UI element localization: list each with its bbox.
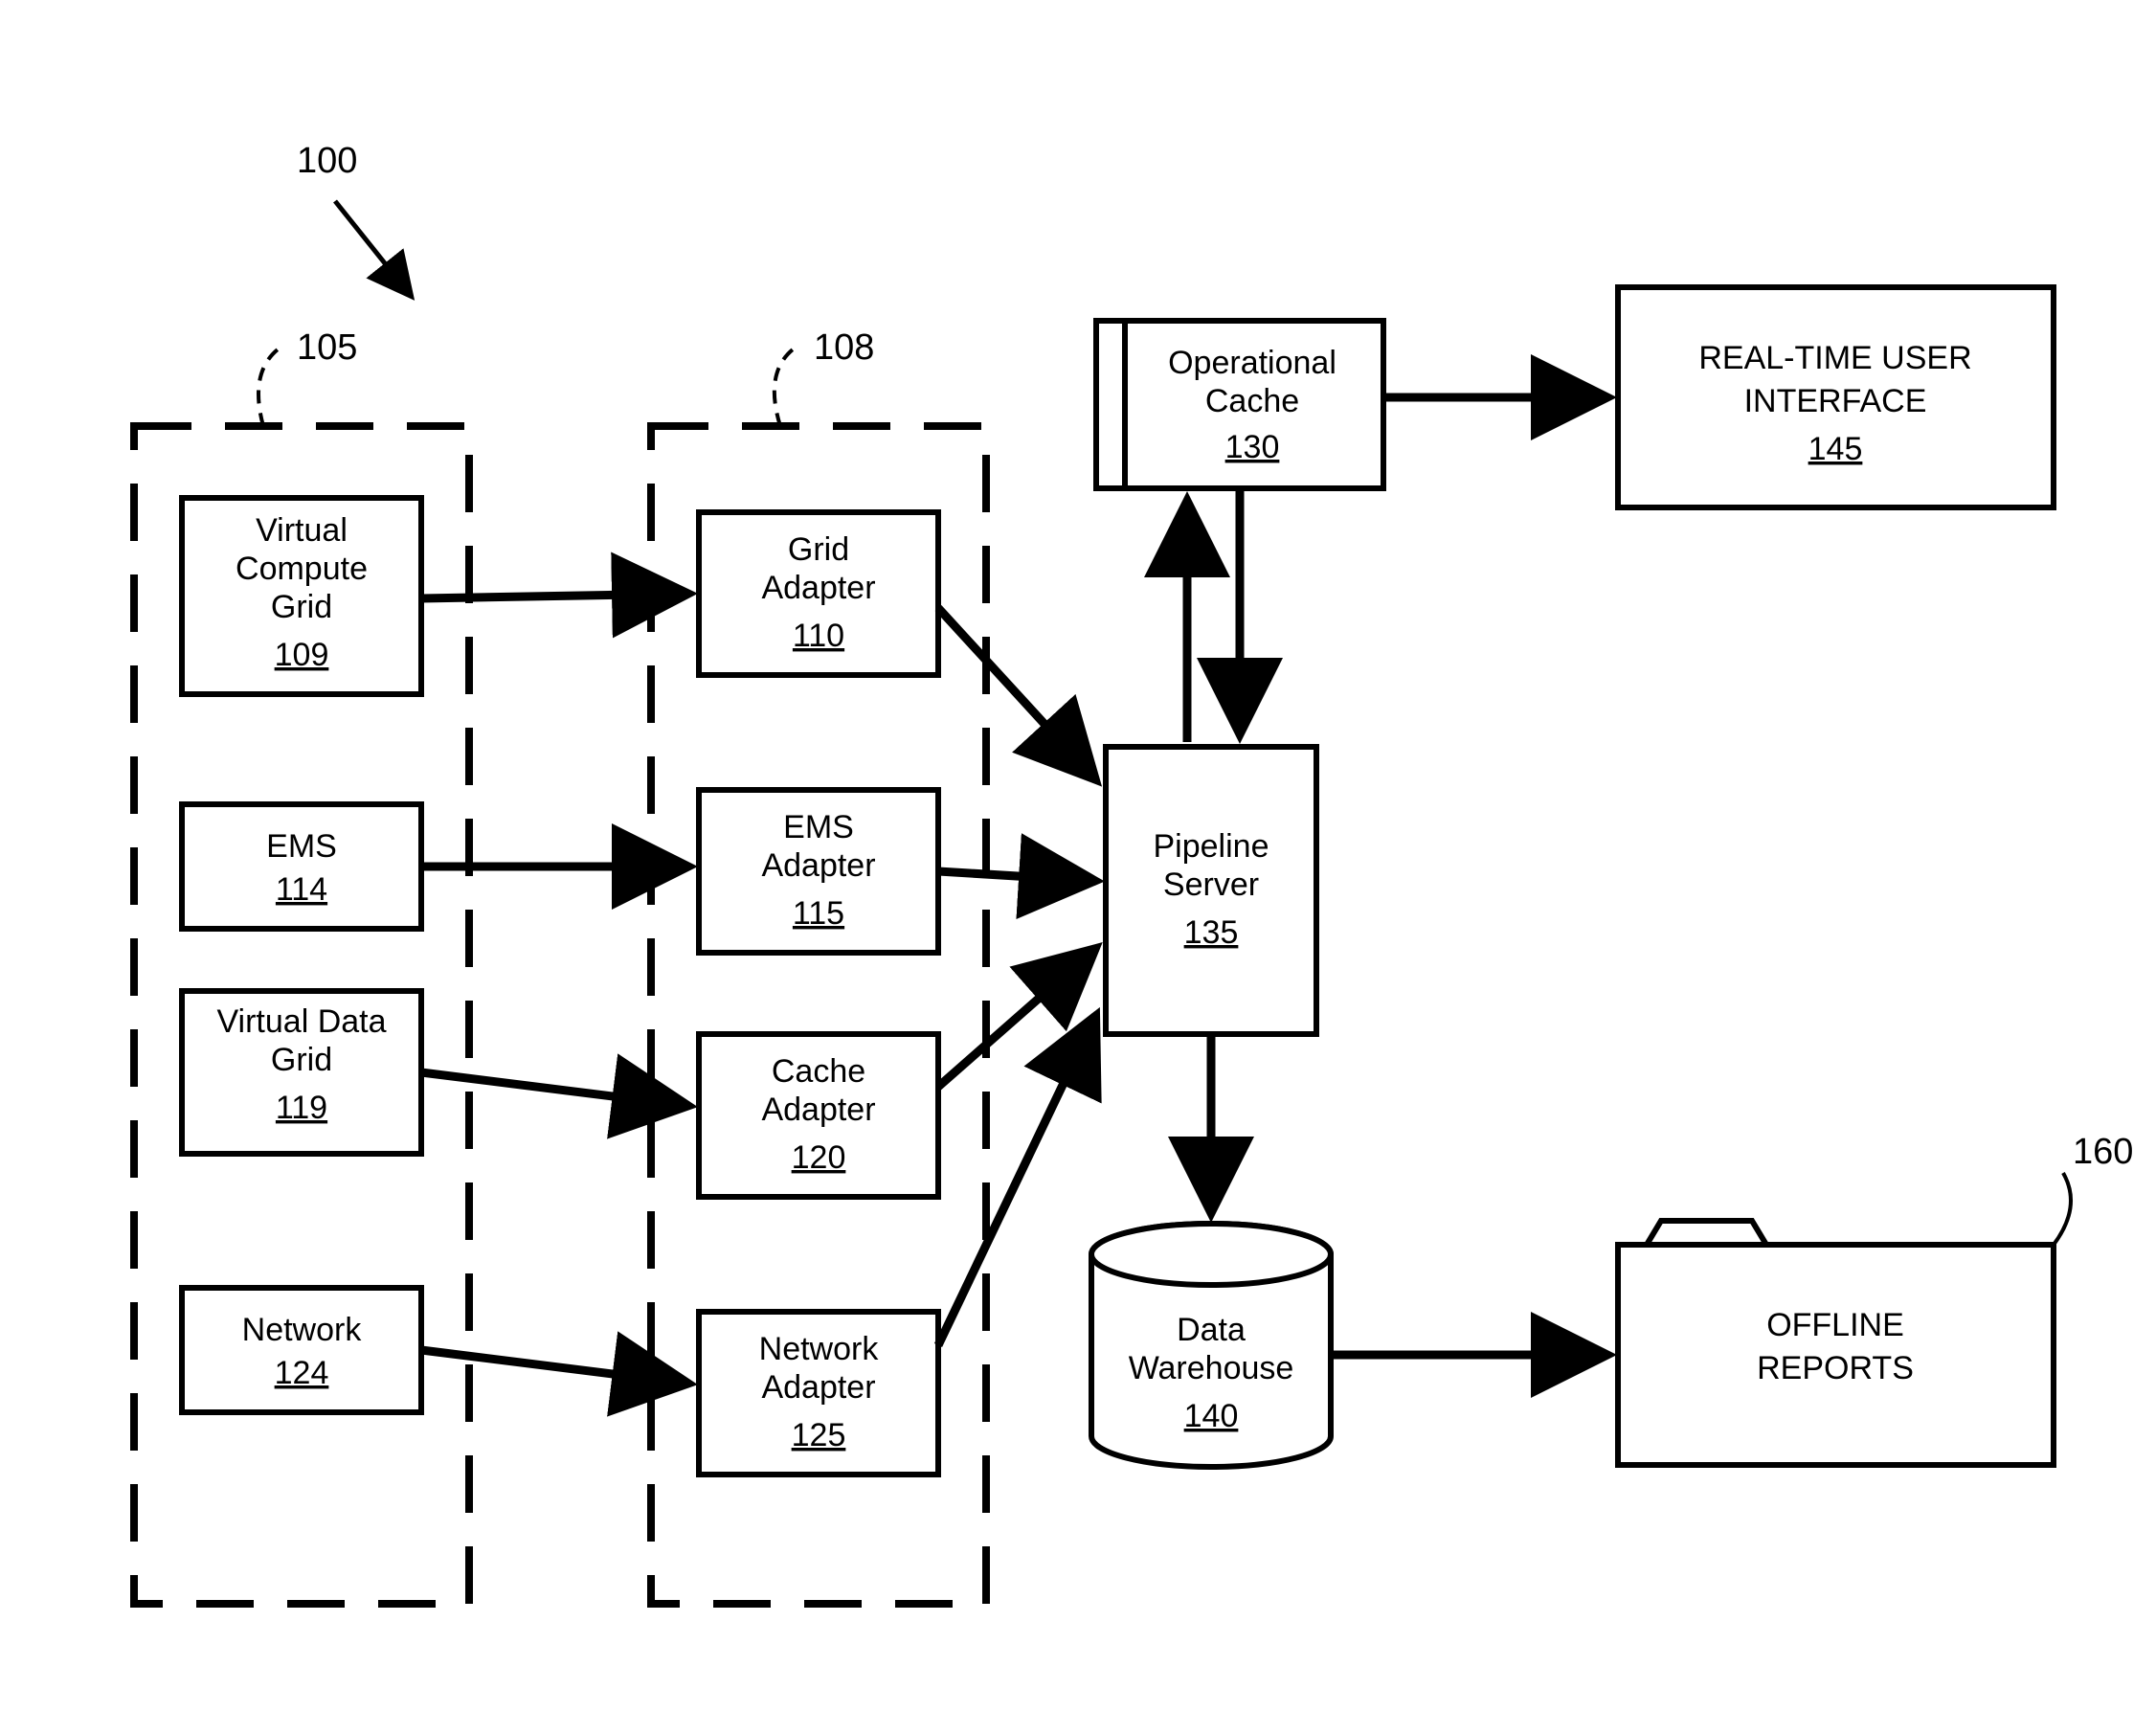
svg-text:Cache: Cache [772,1053,865,1090]
svg-text:INTERFACE: INTERFACE [1744,383,1927,419]
svg-text:Data: Data [1177,1312,1246,1348]
svg-text:Grid: Grid [271,589,332,625]
node-network: Network 124 [182,1288,421,1412]
svg-text:110: 110 [793,618,844,654]
edge-vcg-to-gridadapter [421,594,689,598]
svg-text:REAL-TIME USER: REAL-TIME USER [1698,340,1971,376]
adapters-group-label: 108 [814,327,874,368]
svg-text:Compute: Compute [236,551,368,587]
node-operational-cache: Operational Cache 130 [1096,321,1383,488]
svg-text:REPORTS: REPORTS [1757,1350,1914,1386]
svg-text:Pipeline: Pipeline [1154,828,1269,865]
figure-label: 100 [297,141,357,181]
node-realtime-ui: REAL-TIME USER INTERFACE 145 [1618,287,2054,507]
svg-text:145: 145 [1808,431,1863,467]
svg-text:Operational: Operational [1168,345,1336,381]
svg-text:Grid: Grid [788,531,849,568]
svg-text:Network: Network [759,1331,880,1367]
svg-text:109: 109 [275,637,329,673]
node-ems-adapter: EMS Adapter 115 [699,790,938,953]
reports-folder-label: 160 [2073,1132,2133,1172]
svg-text:Grid: Grid [271,1042,332,1078]
svg-text:140: 140 [1184,1398,1239,1434]
svg-text:115: 115 [793,895,844,932]
node-cache-adapter: Cache Adapter 120 [699,1034,938,1197]
node-virtual-data-grid: Virtual Data Grid 119 [182,991,421,1154]
node-pipeline-server: Pipeline Server 135 [1106,747,1316,1034]
node-grid-adapter: Grid Adapter 110 [699,512,938,675]
svg-text:Cache: Cache [1205,383,1299,419]
svg-text:124: 124 [275,1355,329,1391]
node-offline-reports: OFFLINE REPORTS [1618,1221,2054,1465]
svg-text:135: 135 [1184,914,1239,951]
svg-text:Virtual: Virtual [256,512,348,549]
svg-text:Adapter: Adapter [761,1369,875,1406]
svg-text:125: 125 [792,1417,846,1453]
svg-text:130: 130 [1225,429,1280,465]
edge-gridadapter-to-pipeline [938,608,1096,780]
edge-emsadapter-to-pipeline [938,871,1096,881]
sources-group-label: 105 [297,327,357,368]
svg-text:Warehouse: Warehouse [1129,1350,1294,1386]
svg-text:Adapter: Adapter [761,1092,875,1128]
svg-text:114: 114 [276,871,327,908]
node-network-adapter: Network Adapter 125 [699,1312,938,1475]
svg-text:Network: Network [242,1312,363,1348]
svg-text:Adapter: Adapter [761,570,875,606]
svg-text:EMS: EMS [266,828,337,865]
node-data-warehouse: Data Warehouse 140 [1091,1224,1331,1467]
node-ems: EMS 114 [182,804,421,929]
svg-text:119: 119 [276,1090,327,1126]
svg-text:Adapter: Adapter [761,847,875,884]
node-virtual-compute-grid: Virtual Compute Grid 109 [182,498,421,694]
svg-text:Server: Server [1163,867,1259,903]
svg-text:EMS: EMS [783,809,854,845]
svg-text:120: 120 [792,1139,846,1176]
svg-text:Virtual Data: Virtual Data [216,1003,386,1040]
svg-text:OFFLINE: OFFLINE [1766,1307,1904,1343]
